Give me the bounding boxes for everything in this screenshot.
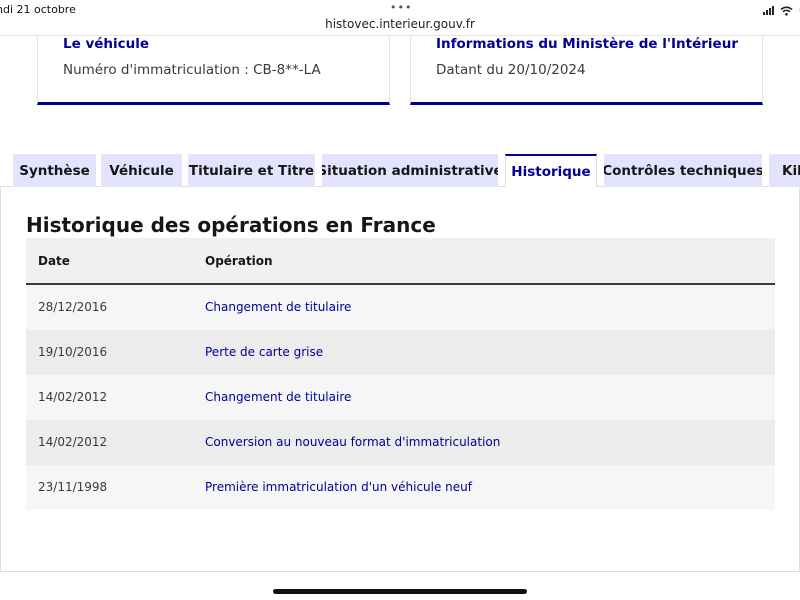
row-operation: Première immatriculation d'un véhicule n… — [205, 480, 472, 494]
tab-kilometrage[interactable]: Kilo — [769, 154, 800, 187]
tab-synthese[interactable]: Synthèse — [13, 154, 96, 187]
tab-vehicule[interactable]: Véhicule — [101, 154, 182, 187]
tab-historique[interactable]: Historique — [505, 154, 597, 187]
status-date: ndi 21 octobre — [0, 3, 76, 16]
row-date: 14/02/2012 — [38, 390, 108, 404]
row-date: 28/12/2016 — [38, 300, 108, 314]
table-row: 14/02/2012 Conversion au nouveau format … — [26, 420, 775, 465]
row-date: 14/02/2012 — [38, 435, 108, 449]
section-title: Historique des opérations en France — [26, 213, 436, 237]
row-operation: Changement de titulaire — [205, 390, 352, 404]
ministry-card-title: Informations du Ministère de l'Intérieur — [436, 36, 738, 52]
plate-number-text: Numéro d'immatriculation : CB-8**-LA — [63, 62, 321, 78]
tab-list: Synthèse Véhicule Titulaire et Titre Sit… — [0, 154, 800, 187]
row-operation: Conversion au nouveau format d'immatricu… — [205, 435, 501, 449]
table-row: 19/10/2016 Perte de carte grise — [26, 330, 775, 375]
vehicle-card: Le véhicule Numéro d'immatriculation : C… — [37, 36, 390, 105]
table-row: 28/12/2016 Changement de titulaire — [26, 285, 775, 330]
row-date: 19/10/2016 — [38, 345, 108, 359]
status-icons: 6 — [763, 4, 800, 17]
address-url[interactable]: histovec.interieur.gouv.fr — [0, 17, 800, 31]
wifi-icon — [780, 6, 793, 16]
home-indicator[interactable] — [273, 589, 527, 594]
table-row: 23/11/1998 Première immatriculation d'un… — [26, 465, 775, 510]
vehicle-card-title: Le véhicule — [63, 36, 150, 52]
tab-situation-administrative[interactable]: Situation administrative — [322, 154, 498, 187]
status-bar: ndi 21 octobre ••• histovec.interieur.go… — [0, 0, 800, 36]
row-date: 23/11/1998 — [38, 480, 108, 494]
ministry-card: Informations du Ministère de l'Intérieur… — [410, 36, 763, 105]
history-table: Date Opération 28/12/2016 Changement de … — [26, 238, 775, 510]
row-operation: Changement de titulaire — [205, 300, 352, 314]
signal-icon — [763, 6, 774, 15]
table-row: 14/02/2012 Changement de titulaire — [26, 375, 775, 420]
table-header: Date Opération — [26, 238, 775, 285]
row-operation: Perte de carte grise — [205, 345, 324, 359]
column-header-date: Date — [38, 254, 70, 268]
column-header-operation: Opération — [205, 254, 273, 268]
more-dots-icon[interactable]: ••• — [390, 1, 412, 14]
tab-controles-techniques[interactable]: Contrôles techniques — [604, 154, 762, 187]
tab-titulaire-titre[interactable]: Titulaire et Titre — [188, 154, 315, 187]
data-date-text: Datant du 20/10/2024 — [436, 62, 586, 78]
